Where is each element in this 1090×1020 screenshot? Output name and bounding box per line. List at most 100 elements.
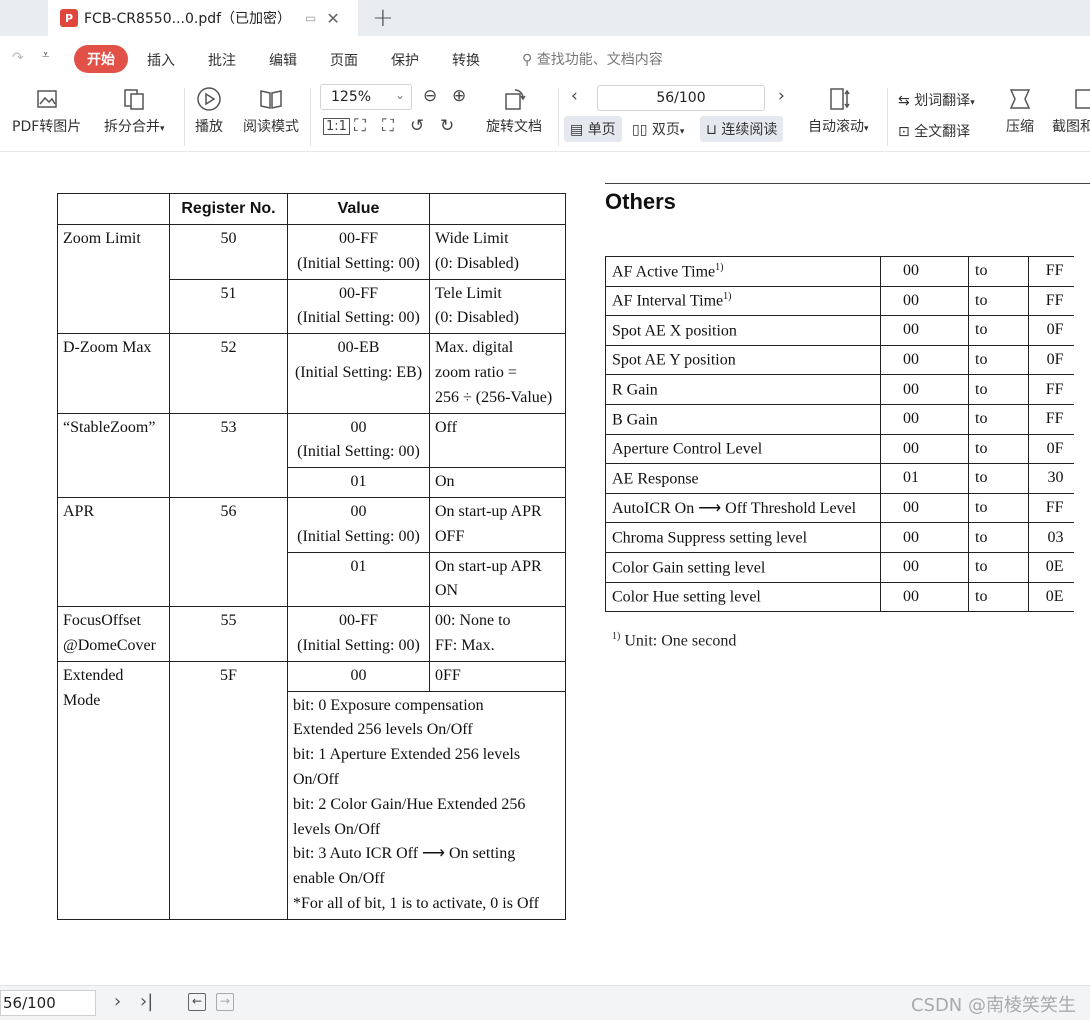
menu-page[interactable]: 页面	[330, 50, 358, 70]
cell-line: On/Off	[293, 770, 339, 788]
range-from: 00	[880, 403, 969, 435]
screenshot-compare-button[interactable]: 截图和	[1052, 86, 1090, 136]
close-tab-icon[interactable]: ✕	[326, 9, 339, 28]
range-from: 00	[880, 256, 969, 287]
menu-convert[interactable]: 转换	[452, 50, 480, 70]
menu-edit[interactable]: 编辑	[269, 50, 297, 70]
ribbon-toolbar: PDF转图片 拆分合并▾ 播放 阅读模式 125% ⌄ ⊖ ⊕ 1:1 ⛶ ⛶ …	[0, 82, 1090, 152]
chevron-down-icon: ▾	[679, 127, 685, 137]
table-row: FocusOffset @DomeCover 55 00-FF (Initial S…	[57, 606, 566, 662]
cell-line: @DomeCover	[63, 636, 156, 654]
cell-line: (Initial Setting: 00)	[297, 636, 420, 654]
cell-line: (0: Disabled)	[435, 309, 519, 327]
parameter-name: Spot AE Y position	[605, 344, 881, 376]
read-mode-button[interactable]: 阅读模式	[243, 86, 299, 136]
cell-line: (Initial Setting: 00)	[297, 254, 420, 272]
cell-line: On start-up APR	[435, 557, 542, 575]
section-rule	[605, 183, 1090, 184]
zoom-in-icon[interactable]: ⊕	[452, 86, 466, 106]
zoom-select[interactable]: 125% ⌄	[320, 84, 412, 110]
cell-line: levels On/Off	[293, 820, 381, 838]
quick-access-dropdown-icon[interactable]: ⩡	[42, 48, 49, 63]
continuous-read-button[interactable]: ⊔ 连续阅读	[700, 116, 784, 142]
parameter-name-text: Spot AE Y position	[612, 351, 736, 369]
double-page-button[interactable]: ▯▯ 双页▾	[632, 119, 684, 139]
fit-width-icon[interactable]: ⛶	[382, 116, 394, 136]
fit-page-icon[interactable]: ⛶	[354, 116, 366, 136]
range-to: to	[968, 433, 1029, 465]
table-cell: 00-FF (Initial Setting: 00)	[287, 606, 430, 662]
actual-size-icon[interactable]: 1:1	[323, 118, 350, 135]
footnote: 1) Unit: One second	[612, 631, 736, 650]
page-number-input[interactable]: 56/100	[597, 85, 765, 111]
play-button[interactable]: 播放	[195, 86, 223, 136]
back-icon[interactable]: ←	[188, 993, 206, 1011]
document-viewport[interactable]: Register No. Value Zoom Limit 50 00-FF (I…	[0, 153, 1090, 985]
table-cell: 50	[169, 224, 288, 280]
next-page-icon[interactable]: ›	[778, 86, 785, 106]
cell-line: Wide Limit	[435, 230, 509, 247]
range-upper: 03	[1028, 522, 1074, 553]
range-to-text: to	[975, 351, 988, 369]
auto-scroll-button[interactable]: 自动滚动▾	[808, 86, 869, 136]
range-to: to	[968, 285, 1029, 317]
range-upper-text: FF	[1045, 380, 1064, 398]
pdf-to-image-button[interactable]: PDF转图片	[12, 86, 81, 136]
footnote-mark: 1)	[723, 291, 732, 303]
status-page-input[interactable]: 56/100	[0, 990, 96, 1016]
parameter-name-text: AF Active Time	[612, 262, 716, 280]
parameter-name: AF Interval Time1)	[605, 285, 881, 317]
table-row: Color Hue setting level 00 to 0E	[605, 581, 1074, 613]
table-row: R Gain 00 to FF	[605, 374, 1074, 405]
monitor-icon[interactable]: ▭	[305, 11, 316, 25]
menu-home[interactable]: 开始	[74, 45, 128, 73]
menu-protect[interactable]: 保护	[391, 50, 419, 70]
full-translate-button[interactable]: ⊡ 全文翻译	[898, 121, 970, 141]
split-merge-button[interactable]: 拆分合并▾	[104, 86, 165, 136]
parameter-name-text: Color Hue setting level	[612, 588, 761, 606]
table-header-row: Register No. Value	[57, 193, 566, 225]
single-page-button[interactable]: ▤ 单页	[564, 116, 622, 142]
parameter-name-text: Aperture Control Level	[612, 440, 763, 458]
parameter-name: R Gain	[605, 374, 881, 405]
table-row: Zoom Limit 50 00-FF (Initial Setting: 00)…	[57, 223, 566, 335]
range-to: to	[968, 374, 1029, 405]
cell-line: (0: Disabled)	[435, 254, 519, 272]
range-from-text: 00	[903, 528, 919, 546]
last-page-icon[interactable]: ›|	[140, 991, 153, 1012]
document-tab[interactable]: P FCB-CR8550...0.pdf（已加密） ▭ ✕	[48, 0, 358, 36]
cell-line: Mode	[63, 691, 101, 709]
split-merge-label: 拆分合并	[104, 119, 160, 135]
cell-line: (Initial Setting: 00)	[297, 443, 420, 461]
cell-line: bit: 3 Auto ICR Off ⟶ On setting	[293, 845, 516, 863]
range-upper: 0F	[1028, 433, 1074, 465]
previous-page-icon[interactable]: ‹	[571, 86, 578, 106]
new-tab-icon[interactable]: +	[372, 3, 394, 33]
cell-line: 00	[350, 502, 367, 520]
table-cell: 00-FF (Initial Setting: 00)	[287, 278, 430, 335]
range-to: to	[968, 463, 1029, 494]
feature-search[interactable]: ⚲ 查找功能、文档内容	[522, 49, 663, 69]
redo-icon[interactable]: ↷	[12, 50, 24, 66]
register-table: Register No. Value Zoom Limit 50 00-FF (I…	[57, 193, 566, 920]
table-row: AE Response 01 to 30	[605, 463, 1074, 494]
ribbon-divider	[887, 88, 888, 146]
rotate-right-icon[interactable]: ↻	[440, 116, 454, 136]
table-cell: 00-EB (Initial Setting: EB)	[287, 333, 430, 414]
table-row: Aperture Control Level 00 to 0F	[605, 433, 1074, 465]
rotate-left-icon[interactable]: ↺	[410, 116, 424, 136]
screenshot-compare-label: 截图和	[1052, 119, 1090, 135]
menu-annotate[interactable]: 批注	[208, 50, 236, 70]
pdf-to-image-label: PDF转图片	[12, 119, 82, 135]
range-upper: FF	[1028, 374, 1074, 405]
table-cell: Zoom Limit	[57, 223, 170, 335]
compress-icon	[1009, 89, 1031, 109]
next-page-icon[interactable]: ›	[114, 991, 121, 1012]
menu-insert[interactable]: 插入	[147, 50, 175, 70]
compress-button[interactable]: 压缩	[1006, 86, 1034, 136]
forward-icon[interactable]: →	[216, 993, 234, 1011]
rotate-document-button[interactable]: 旋转文档	[486, 86, 542, 136]
table-row: AF Active Time1) 00 to FF	[605, 256, 1074, 287]
zoom-out-icon[interactable]: ⊖	[423, 86, 437, 106]
word-translate-button[interactable]: ⇆ 划词翻译▾	[898, 90, 975, 110]
